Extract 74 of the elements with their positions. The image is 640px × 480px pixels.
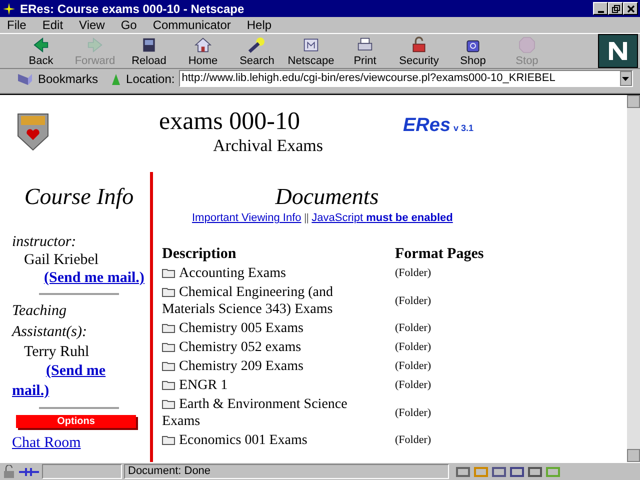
sidebar-link[interactable]: Chat Room: [12, 434, 81, 452]
page-heading: exams 000-10: [159, 108, 300, 136]
close-button[interactable]: [623, 2, 638, 15]
folder-icon: [162, 379, 175, 390]
menu-item[interactable]: Communicator: [152, 16, 232, 34]
scrollbar[interactable]: [627, 95, 640, 462]
document-link[interactable]: Chemistry 005 Exams: [162, 320, 387, 337]
folder-icon: [162, 286, 175, 297]
folder-icon: [162, 322, 175, 333]
folder-icon: [162, 341, 175, 352]
sidebar-title: Course Info: [23, 183, 135, 211]
teaching-assistant-label: Teaching Assistant(s):: [12, 302, 88, 342]
menu-item[interactable]: File: [6, 16, 28, 34]
format-label: (Folder): [395, 321, 432, 336]
document-link[interactable]: Chemistry 052 exams: [162, 339, 387, 356]
reload-button[interactable]: Reload: [122, 34, 176, 68]
menu-item[interactable]: Go: [120, 16, 138, 34]
documents-title: Documents: [274, 183, 380, 211]
format-label: (Folder): [395, 340, 432, 356]
security-button[interactable]: Security: [392, 34, 446, 68]
back-button[interactable]: Back: [14, 34, 68, 68]
document-link[interactable]: Accounting Exams: [162, 265, 387, 282]
menu-item[interactable]: Help: [246, 16, 273, 34]
folder-icon: [162, 434, 175, 445]
netscape-button[interactable]: Netscape: [284, 34, 338, 68]
location-label: Location:: [126, 70, 175, 88]
mail-link[interactable]: (Send me mail.): [44, 269, 144, 287]
restore-icon: [612, 4, 620, 12]
document-link[interactable]: ENGR 1: [162, 377, 387, 394]
format-label: (Folder): [395, 406, 432, 421]
menu-item[interactable]: View: [78, 16, 106, 34]
document-link[interactable]: Chemical Engineering (and Materials Science 343) Exams: [162, 284, 387, 318]
folder-icon: [162, 360, 175, 371]
link-separator: ||: [304, 212, 309, 225]
bookmark-icon: [16, 72, 34, 86]
info-link[interactable]: Important Viewing Info: [192, 212, 302, 225]
format-label: (Folder): [395, 433, 432, 448]
instructor-name: Gail Kriebel: [23, 251, 100, 269]
format-label: (Folder): [395, 294, 432, 309]
connection-icon: [18, 466, 40, 478]
folder-icon: [162, 398, 175, 409]
document-link[interactable]: Earth & Environment Science Exams: [162, 396, 387, 430]
format-label: (Folder): [395, 359, 432, 374]
folder-icon: [162, 267, 175, 278]
lock-icon: [2, 464, 16, 478]
minimize-button[interactable]: [593, 2, 608, 15]
instructor-label: instructor:: [12, 234, 78, 251]
info-link[interactable]: JavaScript must be enabled: [312, 212, 453, 225]
home-icon: [192, 35, 214, 55]
search-button[interactable]: Search: [230, 34, 284, 68]
options-bar[interactable]: Options: [16, 415, 136, 428]
column-header: Format Pages: [395, 245, 485, 263]
format-label: (Folder): [395, 266, 432, 282]
close-icon: [626, 4, 634, 12]
document-link[interactable]: Economics 001 Exams: [162, 432, 387, 449]
page-subheading: Archival Exams: [213, 136, 323, 156]
teaching-assistant-name: Terry Ruhl: [23, 343, 90, 361]
restore-button[interactable]: [608, 2, 623, 15]
menu-item[interactable]: Edit: [41, 16, 64, 34]
document-link[interactable]: Chemistry 209 Exams: [162, 358, 387, 375]
location-icon: [110, 72, 122, 86]
column-header: Description: [162, 245, 238, 263]
bookmarks-button[interactable]: Bookmarks: [38, 70, 98, 88]
mail-link[interactable]: (Send me mail.): [12, 361, 112, 401]
status-text: Document: Done: [124, 464, 449, 479]
url-field[interactable]: http://www.lib.lehigh.edu/cgi-bin/eres/viewcourse.pl?exams000-10_KRIEBEL: [178, 70, 633, 87]
shop-button[interactable]: Shop: [446, 34, 500, 68]
format-label: (Folder): [395, 378, 432, 394]
window-title: ERes: Course exams 000-10 - Netscape: [20, 0, 246, 18]
eres-logo: ERes v 3.1: [403, 114, 474, 132]
stop-icon: [516, 35, 538, 55]
minimize-icon: [598, 10, 604, 12]
print-button[interactable]: Print: [338, 34, 392, 68]
home-button[interactable]: Home: [176, 34, 230, 68]
